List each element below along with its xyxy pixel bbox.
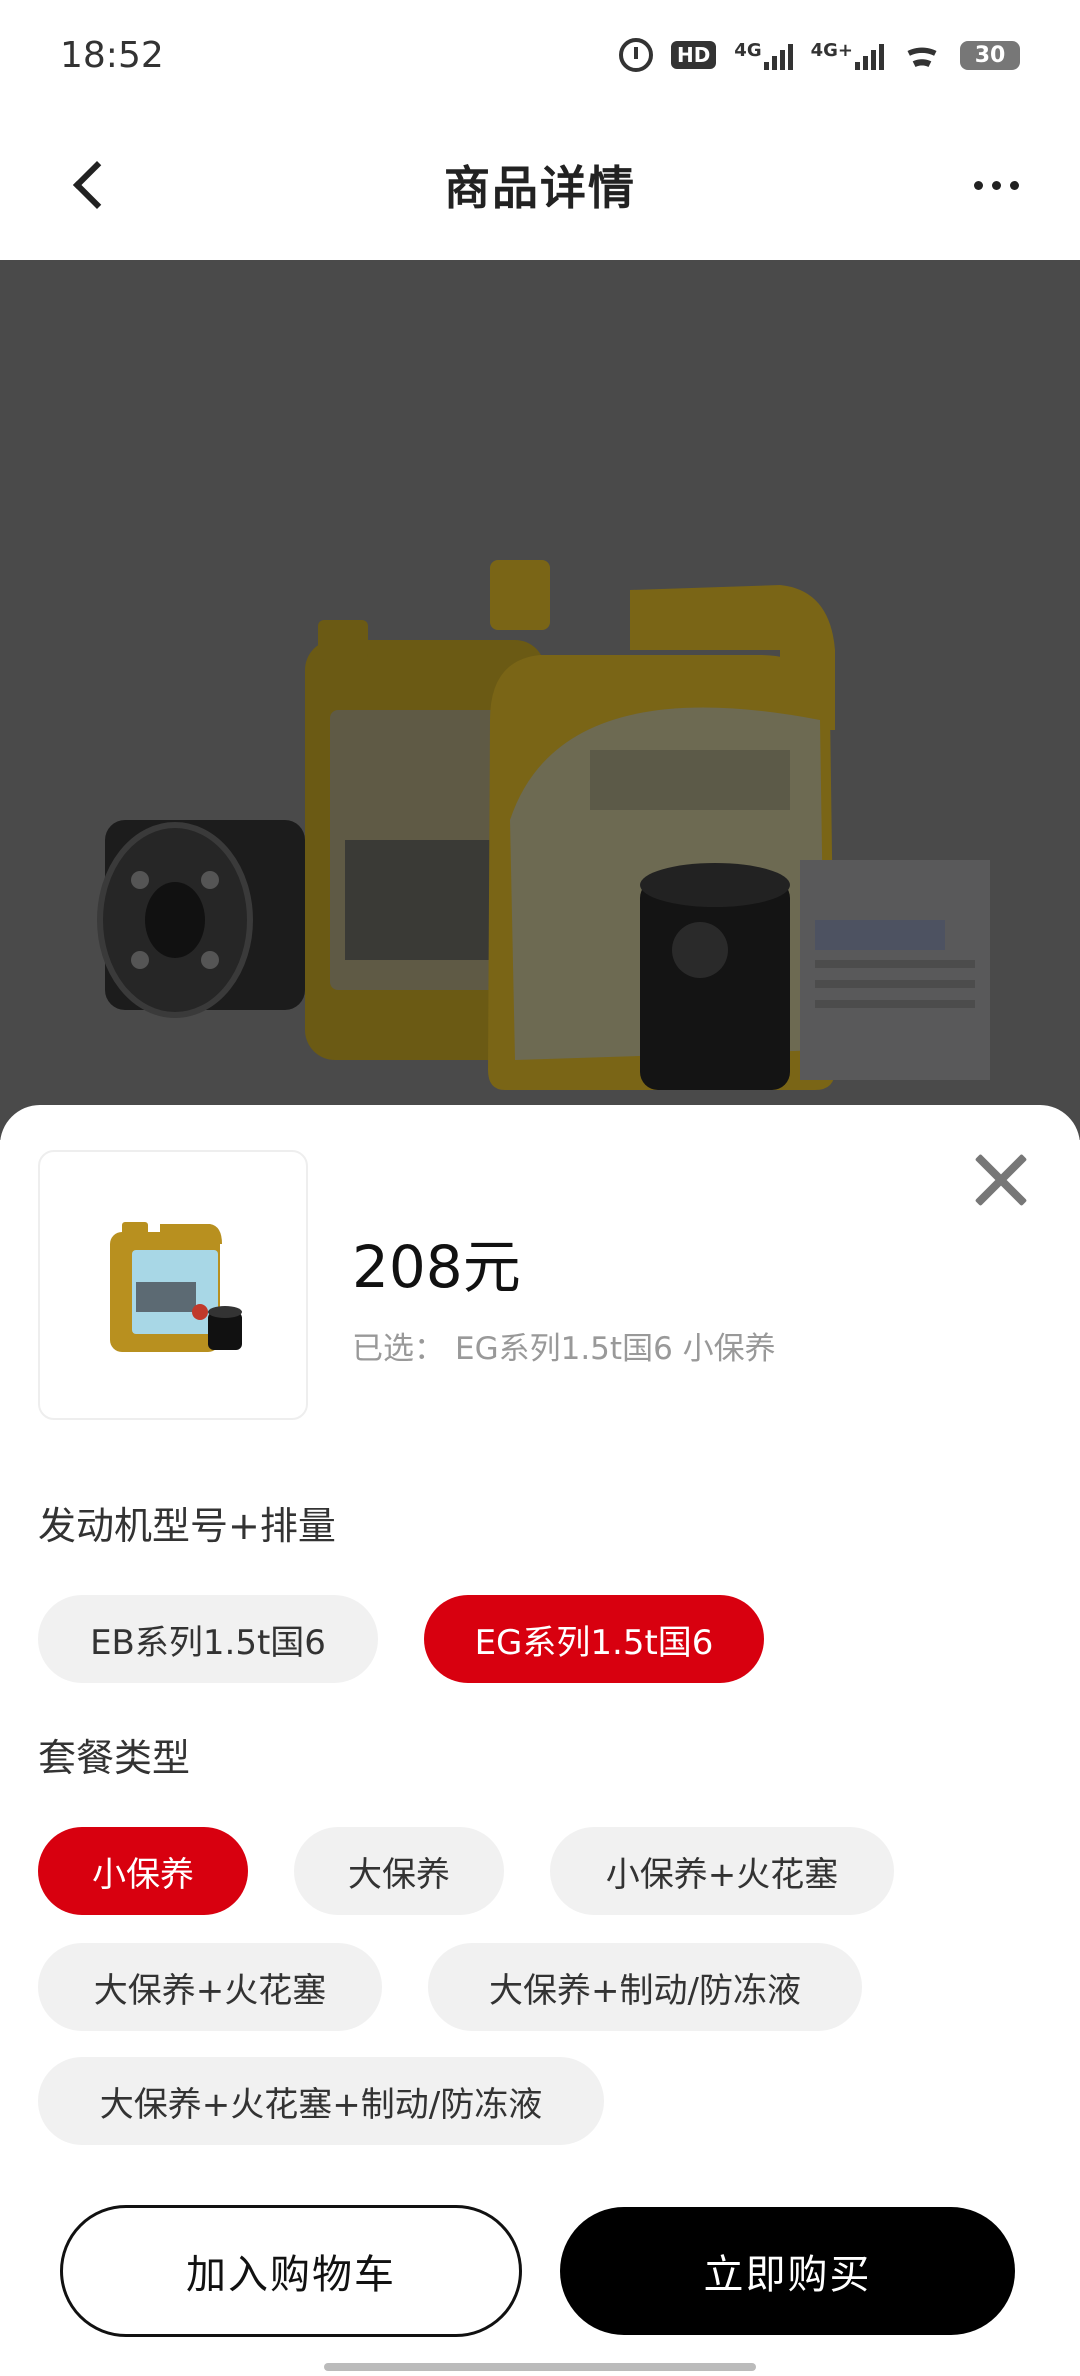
back-button[interactable] — [56, 150, 126, 220]
selected-summary: 已选： EG系列1.5t国6 小保养 — [352, 1323, 776, 1368]
selected-value: EG系列1.5t国6 小保养 — [455, 1331, 776, 1367]
package-option-large-brake[interactable]: 大保养+制动/防冻液 — [428, 1943, 862, 2031]
close-button[interactable] — [966, 1145, 1036, 1215]
product-image — [0, 260, 1080, 1140]
home-indicator[interactable] — [324, 2363, 756, 2371]
more-options-button[interactable] — [956, 165, 1036, 205]
status-time: 18:52 — [60, 34, 164, 76]
wifi-icon — [902, 40, 942, 70]
package-options-row-2: 大保养+火花塞 大保养+制动/防冻液 — [38, 1943, 862, 2031]
engine-option-eb[interactable]: EB系列1.5t国6 — [38, 1595, 378, 1683]
package-option-large-spark-brake[interactable]: 大保养+火花塞+制动/防冻液 — [38, 2057, 604, 2145]
battery-icon: 30 — [960, 40, 1020, 70]
package-option-large-spark[interactable]: 大保养+火花塞 — [38, 1943, 382, 2031]
package-section-title: 套餐类型 — [38, 1736, 191, 1780]
nav-header: 商品详情 — [0, 110, 1080, 260]
product-price: 208元 — [352, 1233, 521, 1301]
status-bar: 18:52 HD 4G 4G+ 30 — [0, 0, 1080, 110]
selected-label: 已选： — [352, 1331, 445, 1367]
package-option-large[interactable]: 大保养 — [294, 1827, 504, 1915]
more-dot-icon — [1009, 180, 1019, 190]
product-detail-page: 18:52 HD 4G 4G+ 30 商品详情 208元 已选： EG系列1.5… — [0, 0, 1080, 2376]
signal-icon-2: 4G+ — [811, 40, 884, 70]
package-option-small[interactable]: 小保养 — [38, 1827, 248, 1915]
package-options-row-1: 小保养 大保养 小保养+火花塞 — [38, 1827, 894, 1915]
signal-2-label: 4G+ — [810, 40, 853, 61]
signal-1-label: 4G — [734, 40, 762, 61]
more-dot-icon — [991, 180, 1001, 190]
hd-icon: HD — [670, 41, 717, 69]
signal-icon-1: 4G — [734, 40, 793, 70]
page-title: 商品详情 — [444, 161, 636, 215]
engine-option-eg[interactable]: EG系列1.5t国6 — [424, 1595, 764, 1683]
dim-overlay[interactable] — [0, 260, 1080, 1140]
spec-selection-sheet: 208元 已选： EG系列1.5t国6 小保养 发动机型号+排量 EB系列1.5… — [0, 1105, 1080, 2376]
more-dot-icon — [973, 180, 983, 190]
engine-options: EB系列1.5t国6 EG系列1.5t国6 — [38, 1595, 764, 1683]
buy-now-button[interactable]: 立即购买 — [560, 2207, 1015, 2335]
status-icons: HD 4G 4G+ 30 — [618, 38, 1020, 72]
package-option-small-spark[interactable]: 小保养+火花塞 — [550, 1827, 894, 1915]
chevron-left-icon — [72, 160, 122, 210]
package-options-row-3: 大保养+火花塞+制动/防冻液 — [38, 2057, 604, 2145]
product-thumbnail — [38, 1150, 308, 1420]
thumbnail-image — [110, 1222, 242, 1352]
alarm-icon — [618, 38, 653, 72]
engine-section-title: 发动机型号+排量 — [38, 1504, 336, 1548]
add-to-cart-button[interactable]: 加入购物车 — [60, 2205, 522, 2337]
action-bar: 加入购物车 立即购买 — [0, 2205, 1080, 2345]
